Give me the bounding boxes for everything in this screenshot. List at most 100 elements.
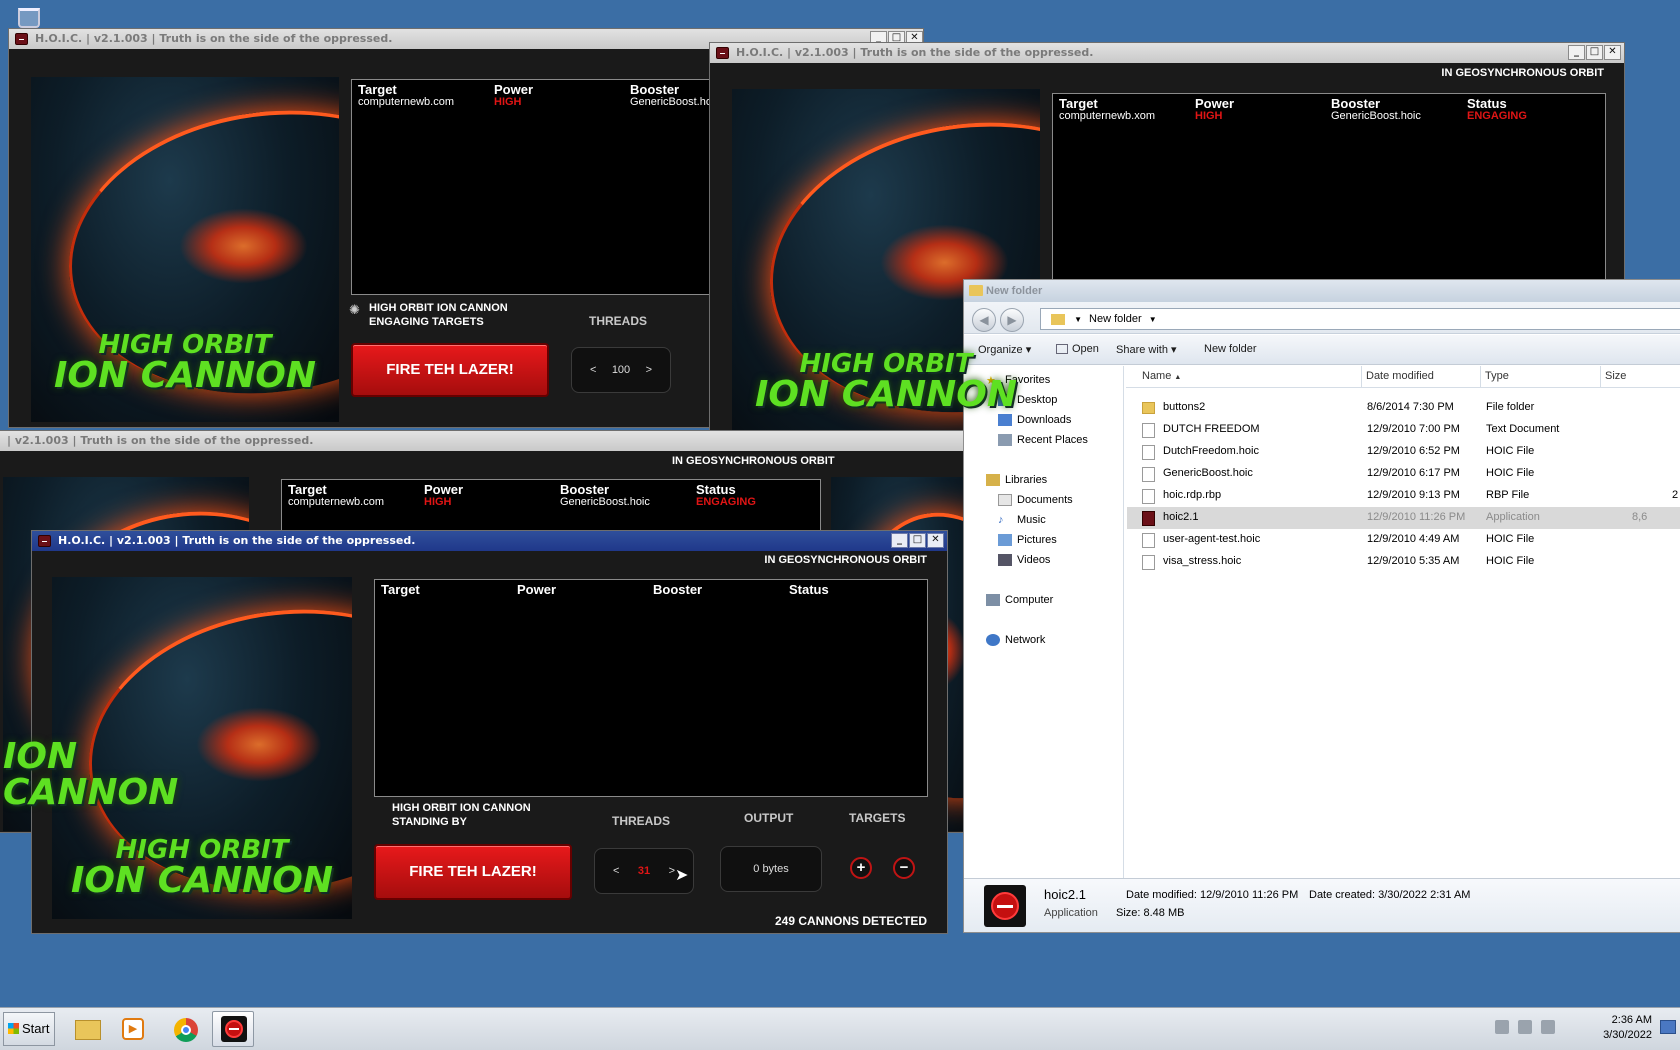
forward-button[interactable]: ▶: [1000, 308, 1024, 332]
nav-videos[interactable]: Videos: [998, 554, 1050, 567]
taskbar-chrome[interactable]: [164, 1011, 206, 1047]
column-booster: Booster: [653, 582, 703, 597]
back-button[interactable]: ◀: [972, 308, 996, 332]
documents-icon: [998, 494, 1012, 507]
threads-value: 31: [637, 865, 651, 877]
close-button[interactable]: ✕: [1604, 45, 1621, 60]
column-power: Power: [1195, 96, 1235, 111]
maximize-button[interactable]: □: [1586, 45, 1603, 60]
file-row[interactable]: visa_stress.hoic 12/9/2010 5:35 AM HOIC …: [1127, 551, 1680, 573]
file-icon: [1142, 467, 1155, 482]
nav-pictures[interactable]: Pictures: [998, 534, 1057, 547]
open-button[interactable]: Open: [1056, 343, 1099, 355]
header-type[interactable]: Type: [1485, 370, 1509, 382]
minimize-button[interactable]: _: [1568, 45, 1585, 60]
file-row[interactable]: user-agent-test.hoic 12/9/2010 4:49 AM H…: [1127, 529, 1680, 551]
file-row[interactable]: DutchFreedom.hoic 12/9/2010 6:52 PM HOIC…: [1127, 441, 1680, 463]
threads-decrease[interactable]: <: [590, 348, 596, 392]
show-desktop-button[interactable]: [1660, 1020, 1676, 1034]
new-folder-button[interactable]: New folder: [1204, 343, 1257, 355]
file-row[interactable]: DUTCH FREEDOM 12/9/2010 7:00 PM Text Doc…: [1127, 419, 1680, 441]
threads-label: THREADS: [589, 314, 648, 328]
taskbar-explorer[interactable]: [66, 1011, 108, 1047]
standing-by-status: HIGH ORBIT ION CANNON STANDING BY: [392, 802, 531, 828]
column-booster: Booster: [560, 482, 610, 497]
title-bar[interactable]: H.O.I.C. | v2.1.003 | Truth is on the si…: [32, 531, 947, 551]
cell-target: computernewb.com: [288, 496, 384, 508]
explorer-navigation-bar: ◀ ▶ ▼ New folder ▼: [964, 302, 1680, 334]
open-icon: [1056, 344, 1068, 355]
file-row-selected[interactable]: hoic2.1 12/9/2010 11:26 PM Application 8…: [1127, 507, 1680, 529]
threads-stepper[interactable]: < 100 >: [571, 347, 671, 393]
threads-decrease[interactable]: <: [613, 849, 619, 893]
recent-places-icon: [998, 434, 1012, 447]
file-row[interactable]: hoic.rdp.rbp 12/9/2010 9:13 PM RBP File …: [1127, 485, 1680, 507]
nav-recent-places[interactable]: Recent Places: [998, 434, 1088, 447]
threads-increase[interactable]: >: [646, 348, 652, 392]
column-booster: Booster: [1331, 96, 1381, 111]
share-with-button[interactable]: Share with ▾: [1116, 343, 1177, 356]
hoic-logo: ION CANNON: [3, 736, 179, 813]
explorer-title-bar[interactable]: New folder: [964, 280, 1680, 302]
hoic-window-active[interactable]: H.O.I.C. | v2.1.003 | Truth is on the si…: [31, 530, 948, 934]
column-status: Status: [696, 482, 736, 497]
file-icon: [1142, 555, 1155, 570]
minimize-button[interactable]: _: [891, 533, 908, 548]
title-bar[interactable]: | v2.1.003 | Truth is on the side of the…: [0, 431, 1049, 451]
add-target-button[interactable]: +: [850, 857, 872, 879]
details-name: hoic2.1: [1044, 887, 1086, 902]
system-tray-icons: [1495, 1020, 1555, 1034]
close-button[interactable]: ✕: [927, 533, 944, 548]
file-row[interactable]: GenericBoost.hoic 12/9/2010 6:17 PM HOIC…: [1127, 463, 1680, 485]
sort-ascending-icon: ▲: [1174, 374, 1182, 381]
remove-target-button[interactable]: −: [893, 857, 915, 879]
title-bar[interactable]: H.O.I.C. | v2.1.003 | Truth is on the si…: [710, 43, 1624, 63]
nav-downloads[interactable]: Downloads: [998, 414, 1071, 427]
action-center-icon[interactable]: [1495, 1020, 1509, 1034]
address-bar[interactable]: ▼ New folder ▼: [1040, 308, 1680, 330]
text-file-icon: [1142, 423, 1155, 438]
recycle-bin-icon[interactable]: [18, 8, 40, 28]
nav-documents[interactable]: Documents: [998, 494, 1073, 507]
hoic-logo: HIGH ORBIT ION CANNON: [54, 330, 316, 396]
spinner-icon: ✺: [349, 302, 360, 317]
taskbar-media-player[interactable]: ▶: [112, 1011, 154, 1047]
start-button[interactable]: Start: [3, 1012, 55, 1046]
fire-lazer-button[interactable]: FIRE TEH LAZER!: [351, 343, 549, 397]
window-title: H.O.I.C. | v2.1.003 | Truth is on the si…: [35, 32, 393, 45]
nav-music[interactable]: ♪ Music: [998, 514, 1046, 526]
nav-computer[interactable]: Computer: [986, 594, 1053, 607]
header-name[interactable]: Name ▲: [1142, 370, 1181, 382]
column-target: Target: [358, 82, 397, 97]
explorer-title: New folder: [986, 285, 1043, 297]
orbit-status: IN GEOSYNCHRONOUS ORBIT: [764, 554, 927, 566]
chevron-down-icon[interactable]: ▼: [1074, 315, 1082, 324]
taskbar: Start ▶ 2:36 AM 3/30/2022: [0, 1007, 1680, 1050]
volume-icon[interactable]: [1541, 1020, 1555, 1034]
cell-target: computernewb.com: [358, 96, 454, 108]
details-created: Date created: 3/30/2022 2:31 AM: [1309, 889, 1471, 901]
network-icon[interactable]: [1518, 1020, 1532, 1034]
file-row[interactable]: buttons2 8/6/2014 7:30 PM File folder: [1127, 397, 1680, 419]
earth-artwork: HIGH ORBIT ION CANNON: [31, 77, 339, 422]
cannons-detected: 249 CANNONS DETECTED: [774, 914, 927, 928]
orbit-status: IN GEOSYNCHRONOUS ORBIT: [672, 455, 835, 467]
cell-power: HIGH: [494, 96, 522, 108]
downloads-icon: [998, 414, 1012, 427]
maximize-button[interactable]: □: [909, 533, 926, 548]
header-date-modified[interactable]: Date modified: [1366, 370, 1434, 382]
target-list[interactable]: Target Power Booster Status computernewb…: [1052, 93, 1606, 309]
column-target: Target: [1059, 96, 1098, 111]
explorer-window[interactable]: New folder ◀ ▶ ▼ New folder ▼ Organize ▾…: [963, 279, 1680, 933]
hoic-app-icon: [1142, 511, 1155, 526]
breadcrumb[interactable]: New folder: [1089, 313, 1142, 325]
target-list[interactable]: Target Power Booster Status: [374, 579, 928, 797]
nav-network[interactable]: Network: [986, 634, 1045, 647]
header-size[interactable]: Size: [1605, 370, 1626, 382]
folder-icon: [1051, 313, 1065, 325]
fire-lazer-button[interactable]: FIRE TEH LAZER!: [374, 844, 572, 900]
chevron-down-icon[interactable]: ▼: [1149, 315, 1157, 324]
taskbar-hoic[interactable]: [212, 1011, 254, 1047]
nav-libraries[interactable]: Libraries: [986, 474, 1047, 487]
threads-value: 100: [611, 364, 631, 376]
